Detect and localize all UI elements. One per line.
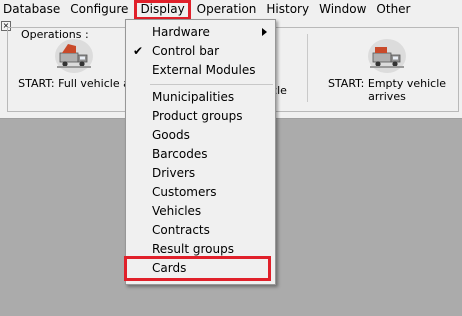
menu-item-label: Barcodes [152, 147, 208, 161]
menu-history[interactable]: History [261, 0, 314, 20]
menu-separator [150, 84, 273, 85]
cards-highlight-box [124, 256, 271, 281]
menu-display[interactable]: Display [134, 0, 191, 20]
menu-item-label: External Modules [152, 63, 256, 77]
menu-item-vehicles[interactable]: Vehicles [126, 202, 275, 221]
menu-item-label: Drivers [152, 166, 196, 180]
menu-item-label: Product groups [152, 109, 243, 123]
menu-operation[interactable]: Operation [192, 0, 262, 20]
menu-item-goods[interactable]: Goods [126, 126, 275, 145]
truck-icon [55, 39, 93, 73]
menu-item-control-bar[interactable]: ✔ Control bar [126, 42, 275, 61]
menu-item-hardware[interactable]: Hardware [126, 23, 275, 42]
toolbar-separator [307, 34, 308, 102]
menu-item-external-modules[interactable]: External Modules [126, 61, 275, 80]
start-empty-vehicle-label-line2: arrives [368, 90, 406, 103]
menu-item-barcodes[interactable]: Barcodes [126, 145, 275, 164]
menu-configure[interactable]: Configure [65, 0, 133, 20]
menu-other[interactable]: Other [371, 0, 415, 20]
menu-item-label: Hardware [152, 25, 210, 39]
menu-item-customers[interactable]: Customers [126, 183, 275, 202]
menu-item-contracts[interactable]: Contracts [126, 221, 275, 240]
menu-item-label: Result groups [152, 242, 234, 256]
start-full-vehicle-label: START: Full vehicle a [18, 77, 130, 90]
menu-item-label: Customers [152, 185, 217, 199]
start-full-vehicle-button[interactable]: START: Full vehicle a [14, 38, 134, 90]
submenu-arrow-icon [262, 28, 267, 36]
menu-item-drivers[interactable]: Drivers [126, 164, 275, 183]
menu-database[interactable]: Database [0, 0, 65, 20]
start-empty-vehicle-label-line1: START: Empty vehicle [327, 77, 447, 90]
menu-item-label: Goods [152, 128, 190, 142]
menu-item-label: Vehicles [152, 204, 202, 218]
menu-bar: Database Configure Display Operation His… [0, 0, 462, 20]
checkmark-icon: ✔ [133, 44, 144, 58]
menu-item-product-groups[interactable]: Product groups [126, 107, 275, 126]
menu-window[interactable]: Window [314, 0, 371, 20]
menu-item-municipalities[interactable]: Municipalities [126, 88, 275, 107]
menu-item-label: Municipalities [152, 90, 235, 104]
menu-item-label: Contracts [152, 223, 210, 237]
truck-icon [368, 39, 406, 73]
menu-item-label: Control bar [152, 44, 220, 58]
display-dropdown-menu: Hardware ✔ Control bar External Modules … [125, 19, 276, 285]
start-empty-vehicle-button[interactable]: START: Empty vehicle arrives [322, 38, 452, 103]
